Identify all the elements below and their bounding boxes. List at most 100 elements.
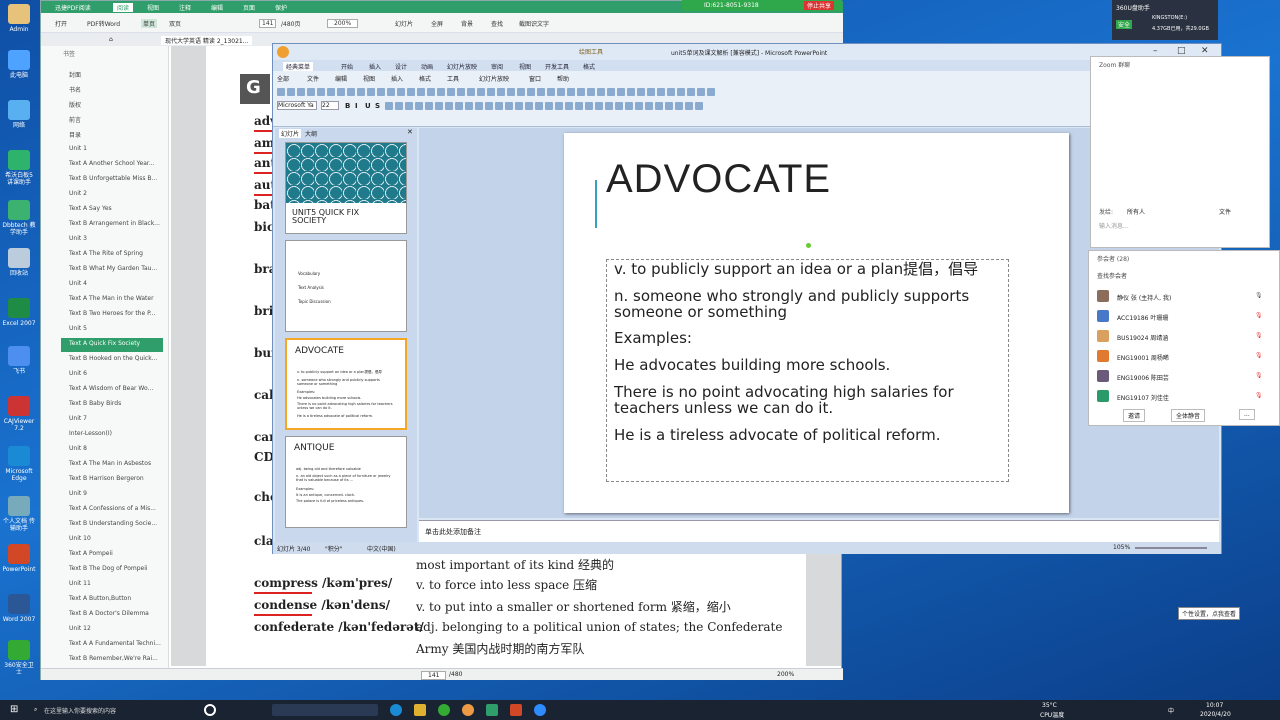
powerpoint-taskbar-icon[interactable] [510, 704, 522, 716]
toc-item[interactable]: Unit 3 [69, 235, 87, 242]
classic-menu-item[interactable]: 文件 [307, 74, 319, 83]
ribbon-tab[interactable]: 视图 [519, 62, 531, 71]
toolbar-button[interactable] [665, 102, 673, 110]
desktop-icon-network[interactable]: 网络 [2, 100, 36, 129]
invite-button[interactable]: 邀请 [1123, 409, 1146, 422]
toolbar-button[interactable] [695, 102, 703, 110]
ribbon-tab[interactable]: 动画 [421, 62, 433, 71]
toolbar-button[interactable] [445, 102, 453, 110]
toolbar-button[interactable] [585, 102, 593, 110]
toolbar-button[interactable] [657, 88, 665, 96]
participant-row[interactable]: BUS19024 周靖涵 🎙 [1097, 327, 1273, 347]
toc-item[interactable]: Text B Harrison Bergeron [69, 475, 144, 482]
desktop-icon-recycle-bin[interactable]: 回收站 [2, 248, 36, 277]
mute-all-button[interactable]: 全体静音 [1171, 409, 1206, 422]
desktop-icon-seewo[interactable]: 希沃白板5 讲课助手 [2, 150, 36, 186]
menu-edit[interactable]: 编辑 [211, 3, 223, 12]
toolbar-button[interactable] [347, 88, 355, 96]
classic-menu-item[interactable]: 幻灯片放映 [479, 74, 509, 83]
ribbon-tab[interactable]: 审阅 [491, 62, 503, 71]
mic-icon[interactable]: 🎙 [1255, 292, 1263, 299]
menu-view[interactable]: 视图 [147, 3, 159, 12]
toolbar-button[interactable] [527, 88, 535, 96]
zoom-select[interactable]: 200% [327, 19, 359, 28]
find-button[interactable]: 查找 [491, 19, 503, 28]
ribbon-tab[interactable]: 设计 [395, 62, 407, 71]
toolbar-button[interactable] [307, 88, 315, 96]
status-zoom-level[interactable]: 105% [1113, 544, 1130, 551]
toc-item[interactable]: Text B Unforgettable Miss B... [69, 175, 157, 182]
format-b-button[interactable]: B [345, 102, 353, 110]
toc-item[interactable]: Text A The Rite of Spring [69, 250, 143, 257]
toolbar-button[interactable] [595, 102, 603, 110]
toolbar-button[interactable] [707, 88, 715, 96]
edge-taskbar-icon[interactable] [390, 704, 402, 716]
toolbar-button[interactable] [697, 88, 705, 96]
toolbar-button[interactable] [387, 88, 395, 96]
toc-item[interactable]: Text A A Fundamental Techni... [69, 640, 161, 647]
desktop-icon-word[interactable]: Word 2007 [2, 594, 36, 623]
notes-pane[interactable]: 单击此处添加备注 [419, 520, 1219, 542]
slide-thumbnail-4[interactable]: ANTIQUE adj. being old and therefore val… [285, 436, 407, 528]
toolbar-button[interactable] [515, 102, 523, 110]
page-input[interactable]: 141 [259, 19, 277, 28]
toolbar-button[interactable] [577, 88, 585, 96]
participant-row[interactable]: ENG19006 陈田芸 🎙 [1097, 367, 1273, 387]
desktop-icon-powerpoint[interactable]: PowerPoint [2, 544, 36, 573]
toolbar-button[interactable] [385, 102, 393, 110]
toolbar-button[interactable] [425, 102, 433, 110]
toc-item[interactable]: Text B Arrangement in Black... [69, 220, 160, 227]
toolbar-button[interactable] [655, 102, 663, 110]
toolbar-button[interactable] [457, 88, 465, 96]
classic-menu-item[interactable]: 工具 [447, 74, 459, 83]
desktop-icon-edge[interactable]: Microsoft Edge [2, 446, 36, 482]
toolbar-button[interactable] [565, 102, 573, 110]
toolbar-button[interactable] [415, 102, 423, 110]
office-button[interactable] [277, 46, 289, 58]
menu-protect[interactable]: 保护 [275, 3, 287, 12]
toolbar-button[interactable] [647, 88, 655, 96]
to-word-button[interactable]: PDF转Word [87, 19, 120, 28]
toolbar-button[interactable] [497, 88, 505, 96]
toc-item[interactable]: Unit 4 [69, 280, 87, 287]
toolbar-button[interactable] [635, 102, 643, 110]
toc-item[interactable]: Text B What My Garden Tau... [69, 265, 157, 272]
format-u-button[interactable]: U [365, 102, 373, 110]
pdf-app-tab[interactable]: 迅捷PDF阅读 [55, 3, 91, 12]
toolbar-button[interactable] [607, 88, 615, 96]
toolbar-button[interactable] [477, 88, 485, 96]
slide-thumbnail-3[interactable]: ADVOCATE v. to publicly support an idea … [285, 338, 407, 430]
ribbon-tab[interactable]: 插入 [369, 62, 381, 71]
desktop-icon-admin[interactable]: Admin [2, 4, 36, 33]
toc-item[interactable]: Text A Wisdom of Bear Wo... [69, 385, 153, 392]
toc-item[interactable]: 封面 [69, 70, 81, 79]
start-button[interactable]: ⊞ [10, 704, 18, 715]
toc-item[interactable]: Text B Two Heroes for the P... [69, 310, 155, 317]
classic-menu-item[interactable]: 插入 [391, 74, 403, 83]
stop-share-button[interactable]: 停止共享 [804, 1, 835, 10]
toc-item[interactable]: Text B Remember,We're Rai... [69, 655, 158, 662]
toolbar-button[interactable] [287, 88, 295, 96]
toolbar-button[interactable] [625, 102, 633, 110]
tab-outline[interactable]: 大纲 [305, 129, 317, 138]
participant-row[interactable]: ACC19186 叶珊珊 🎙 [1097, 307, 1273, 327]
toolbar-button[interactable] [627, 88, 635, 96]
chrome-taskbar-icon[interactable] [462, 704, 474, 716]
slide-thumbnail-1[interactable]: UNIT5 QUICK FIX SOCIETY [285, 142, 407, 234]
toolbar-button[interactable] [575, 102, 583, 110]
mic-icon[interactable]: 🎙 [1255, 392, 1263, 399]
toc-item[interactable]: Unit 5 [69, 325, 87, 332]
toolbar-button[interactable] [277, 88, 285, 96]
desktop-icon-transfer[interactable]: 个人文档 传输助手 [2, 496, 36, 532]
status-zoom[interactable]: 200% [777, 671, 794, 678]
toc-item[interactable]: Unit 8 [69, 445, 87, 452]
close-button[interactable]: ✕ [1201, 46, 1209, 56]
font-name-select[interactable]: Microsoft Ya [277, 101, 317, 110]
toolbar-button[interactable] [685, 102, 693, 110]
toc-item[interactable]: Inter-Lesson(Ⅰ) [69, 430, 112, 437]
toolbar-button[interactable] [467, 88, 475, 96]
toolbar-button[interactable] [327, 88, 335, 96]
toolbar-button[interactable] [597, 88, 605, 96]
status-page-input[interactable]: 141 [421, 671, 447, 680]
toolbar-button[interactable] [617, 88, 625, 96]
